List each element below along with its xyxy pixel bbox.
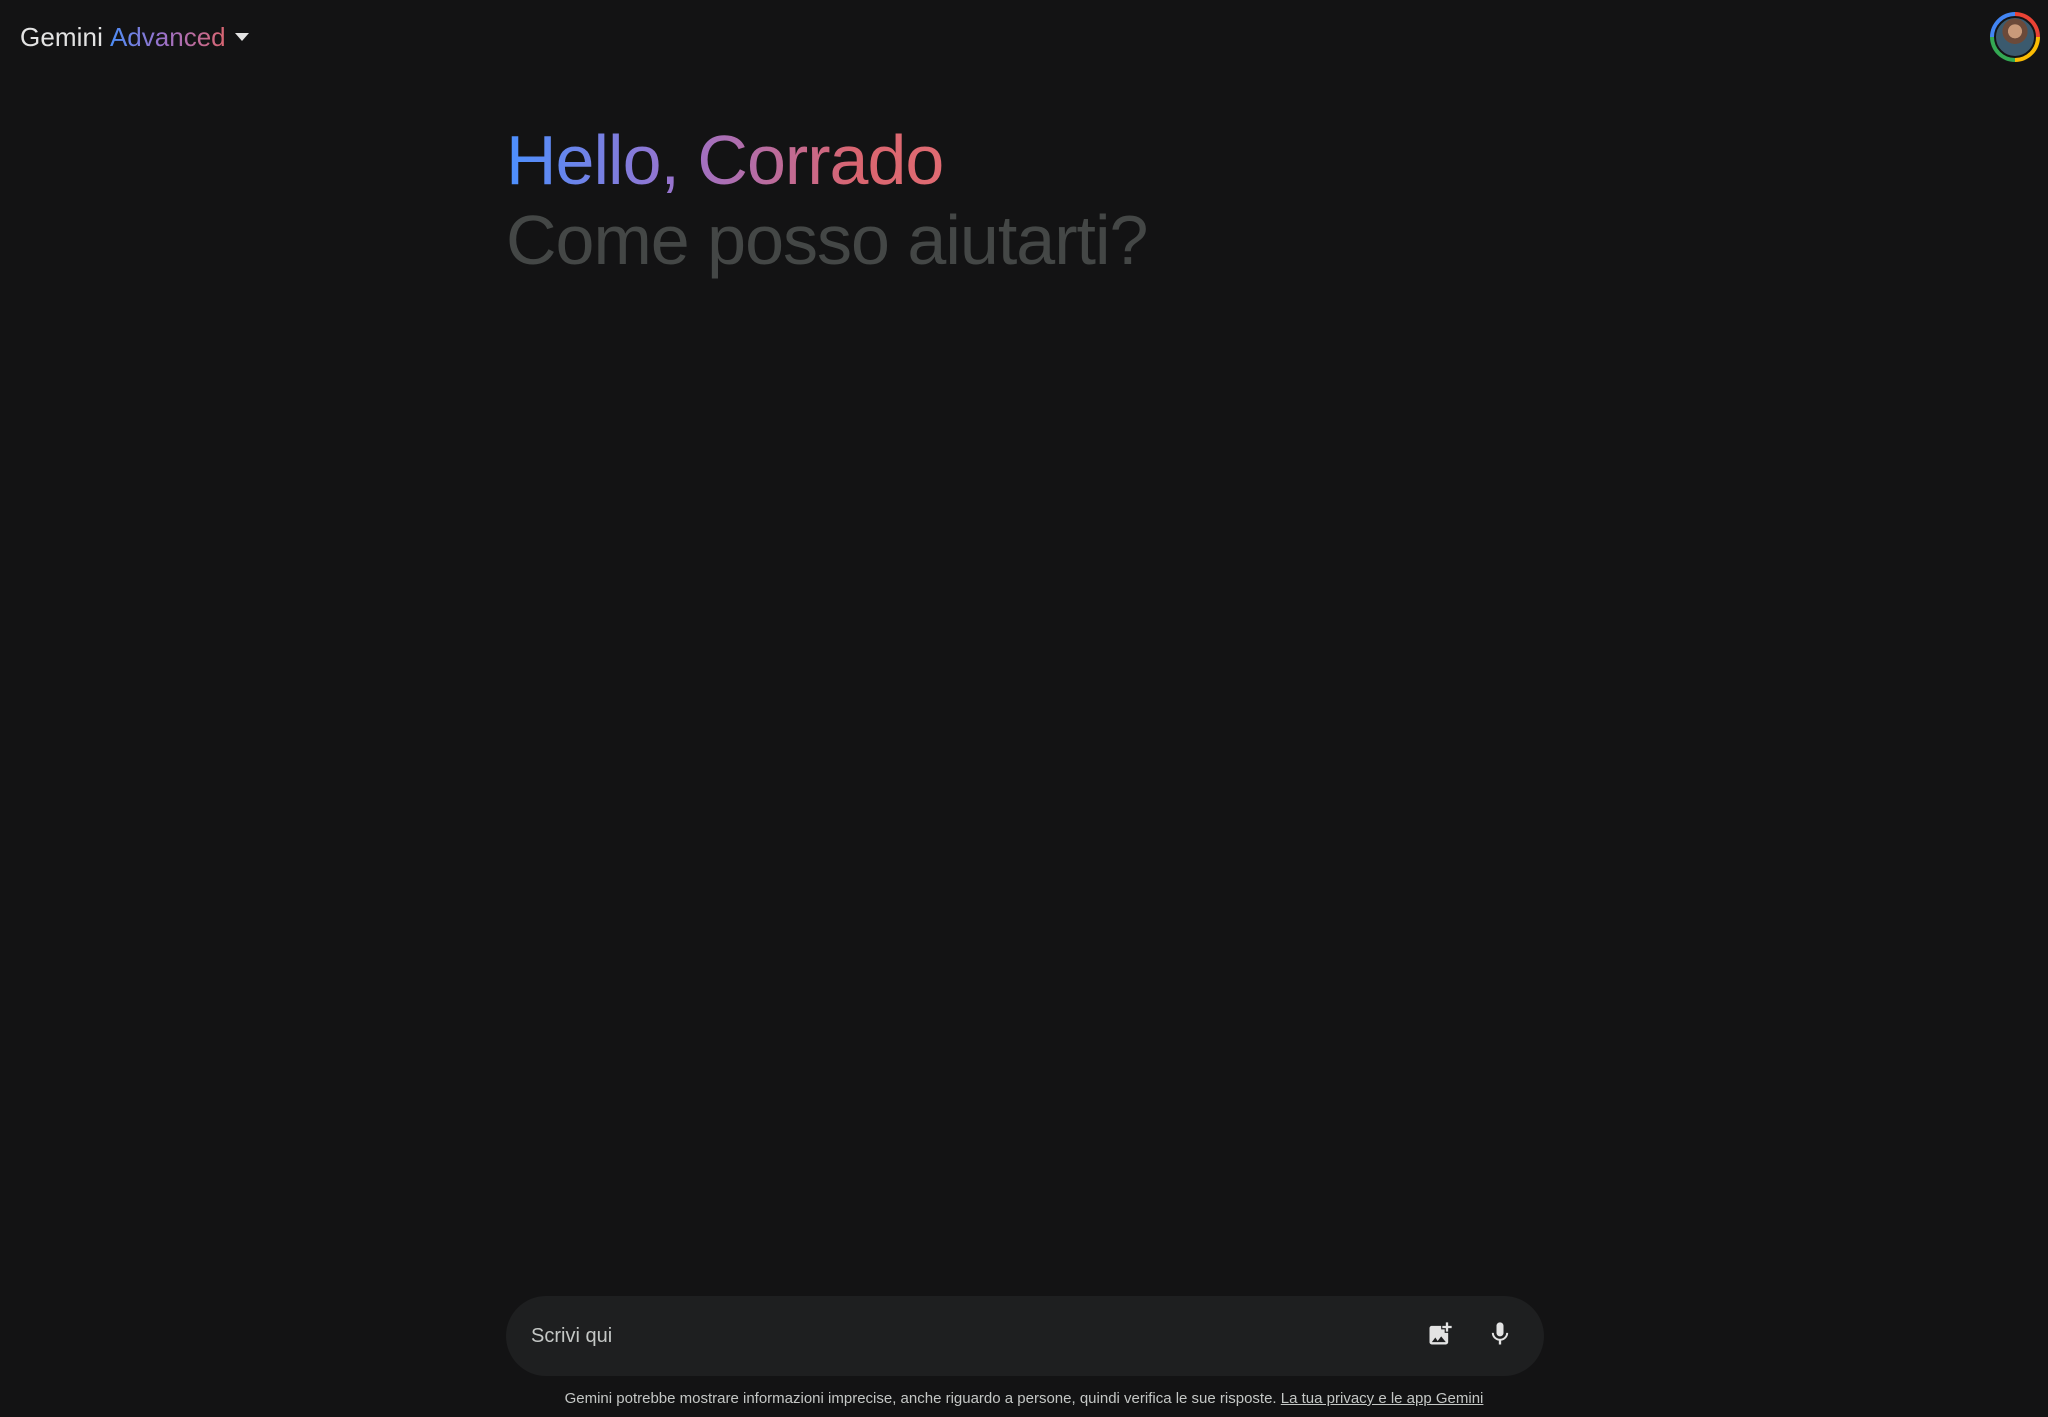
add-image-icon (1426, 1320, 1454, 1353)
privacy-link[interactable]: La tua privacy e le app Gemini (1281, 1390, 1484, 1407)
avatar (1994, 16, 2036, 58)
microphone-button[interactable] (1476, 1312, 1524, 1360)
account-avatar-button[interactable] (1990, 12, 2040, 62)
prompt-input[interactable] (506, 1295, 1416, 1377)
caret-down-icon (234, 29, 250, 45)
gemini-app: Gemini Advanced Hello, Corrado Come poss… (0, 0, 2048, 1417)
prompt-composer (506, 1295, 1544, 1377)
microphone-icon (1486, 1320, 1514, 1353)
greeting-hello: Hello, Corrado (506, 118, 944, 202)
composer-actions (1416, 1312, 1544, 1360)
upload-image-button[interactable] (1416, 1312, 1464, 1360)
disclaimer: Gemini potrebbe mostrare informazioni im… (0, 1390, 2048, 1407)
greeting: Hello, Corrado Come posso aiutarti? (506, 118, 1546, 280)
model-name: Gemini (20, 21, 103, 52)
model-tier-label: Advanced (109, 21, 226, 52)
top-bar: Gemini Advanced (0, 0, 2048, 74)
model-switcher-button[interactable]: Gemini Advanced (12, 16, 258, 58)
disclaimer-text: Gemini potrebbe mostrare informazioni im… (564, 1390, 1277, 1407)
greeting-subtitle: Come posso aiutarti? (506, 201, 1148, 279)
